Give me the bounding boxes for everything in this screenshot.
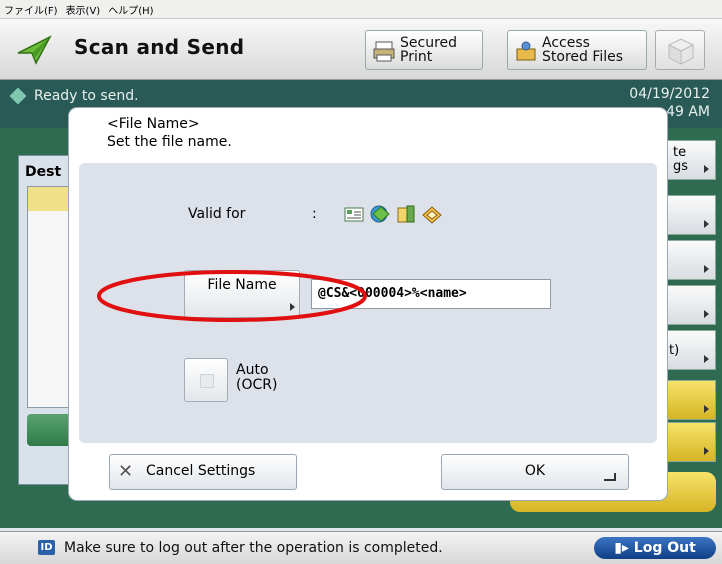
destination-title: Dest xyxy=(25,164,62,180)
option-1-label: te xyxy=(673,145,687,160)
ok-label: OK xyxy=(524,463,546,479)
cancel-settings-label: Cancel Settings xyxy=(146,463,256,479)
send-arrow-icon xyxy=(17,35,52,65)
auto-ocr-label: Auto (OCR) xyxy=(236,362,278,393)
file-name-field[interactable]: @CS&<000004>%<name> xyxy=(311,279,551,309)
status-date: 04/19/2012 xyxy=(629,86,710,102)
menu-help[interactable]: ヘルプ(H) xyxy=(104,2,157,17)
app-header: Scan and Send Secured Print Access Store… xyxy=(0,19,722,80)
menu-file[interactable]: ファイル(F) xyxy=(0,2,62,17)
file-name-button[interactable]: File Name xyxy=(184,270,300,318)
id-badge-icon: ID xyxy=(38,540,55,555)
email-icon xyxy=(344,207,364,222)
chevron-right-icon xyxy=(704,355,709,363)
option-1-label-2: gs xyxy=(673,159,689,174)
logout-label: Log Out xyxy=(633,540,696,556)
cube-button[interactable] xyxy=(655,30,705,70)
secured-print-button[interactable]: Secured Print xyxy=(365,30,483,70)
option-button-3[interactable] xyxy=(666,240,716,280)
ok-button[interactable]: OK xyxy=(441,454,629,490)
option-button-2[interactable] xyxy=(666,195,716,235)
printer-icon xyxy=(373,41,395,62)
logout-reminder: Make sure to log out after the operation… xyxy=(64,540,443,556)
status-message: Ready to send. xyxy=(34,88,139,104)
file-name-button-label: File Name xyxy=(207,277,277,293)
menu-view[interactable]: 表示(V) xyxy=(62,2,105,17)
valid-for-colon: : xyxy=(312,206,317,222)
secured-print-label: Secured Print xyxy=(400,35,458,65)
chevron-right-icon xyxy=(704,447,709,455)
enter-icon xyxy=(604,473,616,481)
logout-button[interactable]: ▮▸ Log Out xyxy=(594,537,716,559)
valid-for-label: Valid for xyxy=(188,206,246,222)
access-stored-files-button[interactable]: Access Stored Files xyxy=(507,30,647,70)
option-5-label: t) xyxy=(669,343,680,358)
file-server-icon xyxy=(397,205,415,223)
footer-bar: ID Make sure to log out after the operat… xyxy=(0,531,722,564)
logout-icon: ▮▸ xyxy=(614,540,634,556)
dialog-title: <File Name> xyxy=(107,116,200,132)
chevron-right-icon xyxy=(704,405,709,413)
stored-files-icon xyxy=(516,41,536,61)
checkbox-icon xyxy=(200,374,214,388)
menu-bar: ファイル(F) 表示(V) ヘルプ(H) xyxy=(0,0,722,19)
cancel-settings-button[interactable]: ✕ Cancel Settings xyxy=(109,454,297,490)
chevron-right-icon xyxy=(704,220,709,228)
close-icon: ✕ xyxy=(118,461,134,482)
ready-status-icon xyxy=(9,87,27,105)
option-button-1[interactable]: te gs xyxy=(666,140,716,180)
chevron-right-icon xyxy=(704,310,709,318)
chevron-right-icon xyxy=(704,265,709,273)
right-options-column: te gs t) xyxy=(666,140,716,470)
mail-box-icon xyxy=(422,206,442,224)
option-button-7[interactable] xyxy=(666,422,716,462)
auto-ocr-checkbox[interactable] xyxy=(184,358,228,402)
cube-icon xyxy=(667,38,695,65)
dialog-subtitle: Set the file name. xyxy=(107,134,232,150)
ifax-icon xyxy=(370,205,390,223)
app-title: Scan and Send xyxy=(74,35,245,59)
chevron-right-icon xyxy=(704,165,709,173)
option-button-6[interactable] xyxy=(666,380,716,420)
option-button-4[interactable] xyxy=(666,285,716,325)
chevron-right-icon xyxy=(290,303,295,311)
access-stored-files-label: Access Stored Files xyxy=(542,35,624,65)
option-button-5[interactable]: t) xyxy=(666,330,716,370)
status-time: 49 AM xyxy=(666,104,710,120)
